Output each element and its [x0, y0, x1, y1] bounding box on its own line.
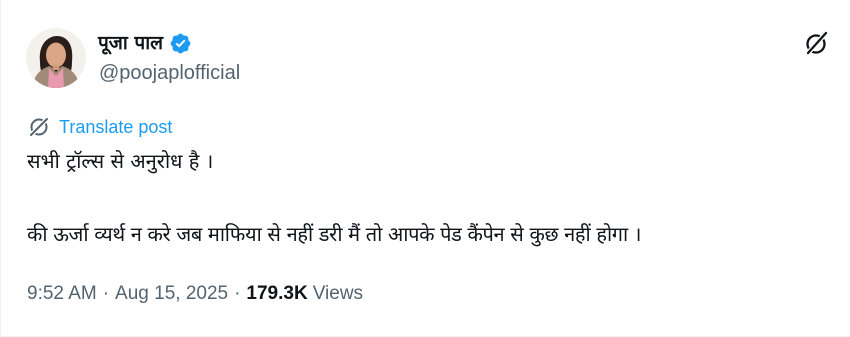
author-name-row[interactable]: पूजा पाल [98, 30, 192, 56]
meta-separator: · [234, 283, 241, 304]
views-label: Views [312, 283, 364, 304]
post-date[interactable]: Aug 15, 2025 [115, 282, 228, 306]
post-text-line: सभी ट्रॉल्स से अनुरोध है । [27, 149, 214, 173]
author-display-name[interactable]: पूजा पाल [98, 30, 163, 56]
post-time[interactable]: 9:52 AM [27, 282, 97, 306]
views-count: 179.3K [246, 283, 308, 304]
translate-globe-icon [28, 116, 50, 138]
post-meta: 9:52 AM · Aug 15, 2025 · 179.3K Views [27, 282, 363, 306]
meta-separator: · [102, 283, 110, 304]
grok-icon[interactable] [804, 30, 830, 56]
author-handle[interactable]: @poojaplofficial [99, 61, 240, 85]
post-text-line: की ऊर्जा व्यर्थ न करे जब माफिया से नहीं … [27, 222, 642, 246]
avatar[interactable] [26, 28, 86, 88]
profile-photo [26, 28, 86, 88]
verified-badge-icon[interactable] [169, 32, 192, 55]
tweet-card: पूजा पाल @poojaplofficial Translate post [0, 0, 850, 337]
translate-post-label[interactable]: Translate post [59, 116, 172, 138]
translate-post-button[interactable]: Translate post [28, 116, 172, 138]
